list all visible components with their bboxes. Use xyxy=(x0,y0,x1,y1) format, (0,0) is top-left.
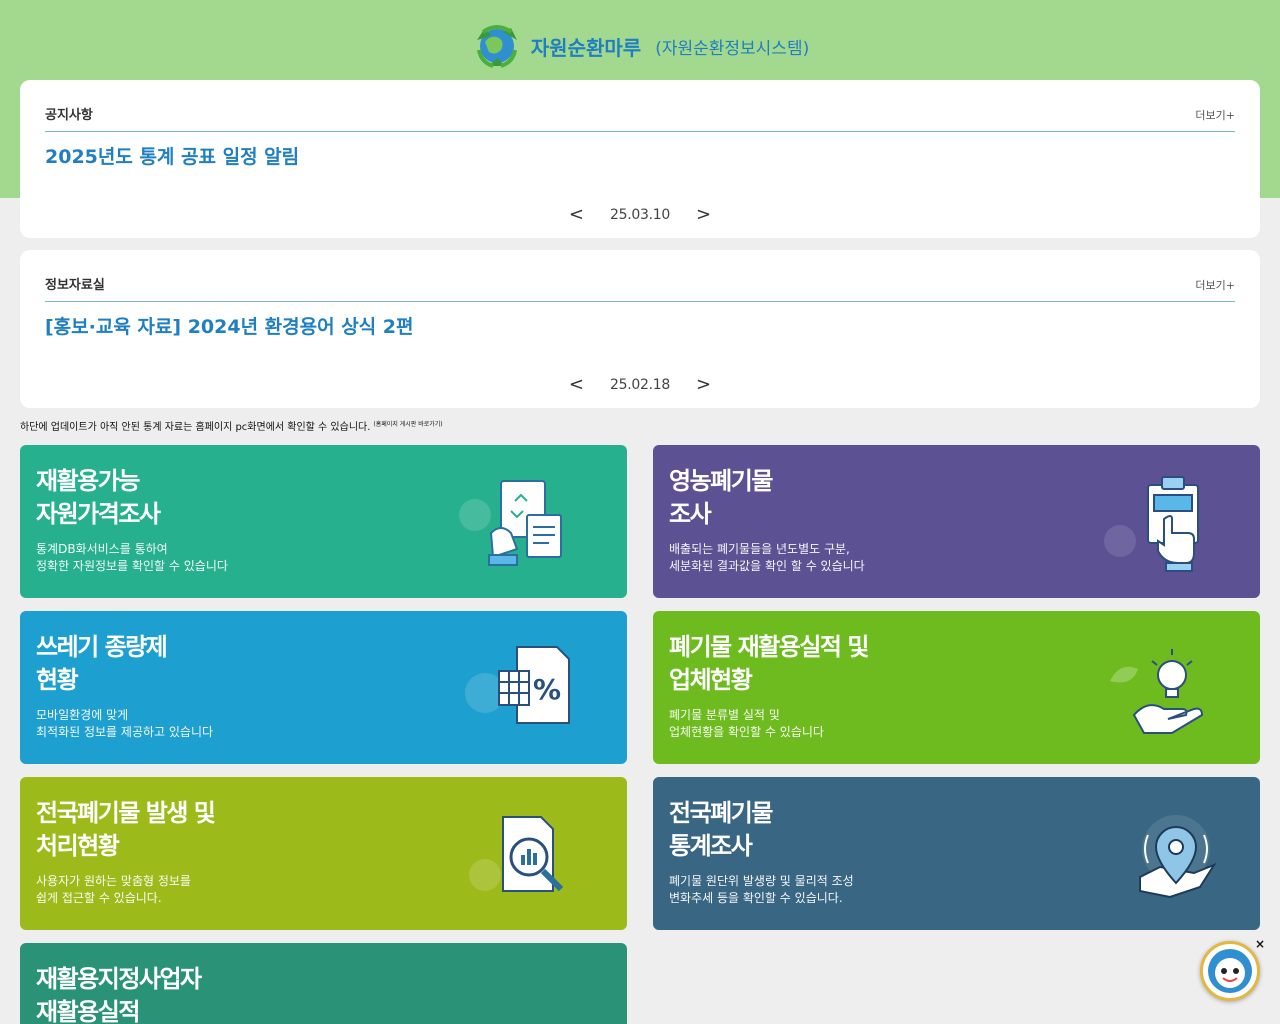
spreadsheet-percent-icon: % xyxy=(465,646,570,724)
card-agricultural-waste-survey[interactable]: 영농폐기물 조사 배출되는 폐기물들을 년도별도 구분, 세분화된 결과값을 확인 … xyxy=(653,445,1260,598)
card-recyclable-price-survey[interactable]: 재활용가능 자원가격조사 통계DB화서비스를 통하여 정확한 자원정보를 확인할 수… xyxy=(20,445,627,598)
archive-date: 25.02.18 xyxy=(610,377,670,393)
archive-label: 정보자료실 xyxy=(45,278,105,293)
archive-headline-link[interactable]: [홍보·교육 자료] 2024년 환경용어 상식 2편 xyxy=(45,312,1235,339)
site-logo[interactable]: 자원순환마루 (자원순환정보시스템) xyxy=(471,20,809,72)
document-hand-icon xyxy=(459,480,562,566)
clipboard-touch-icon xyxy=(1104,476,1199,572)
notice-headline-link[interactable]: 2025년도 통계 공표 일정 알림 xyxy=(45,142,1235,169)
board-shortcut-link[interactable]: (홈페이지 게시판 바로가기) xyxy=(373,421,442,428)
notice-more-link[interactable]: 더보기+ xyxy=(1195,107,1235,123)
board-icon xyxy=(457,973,587,1024)
notice-pager: < 25.03.10 > xyxy=(20,206,1260,224)
notice-panel: 공지사항 더보기+ 2025년도 통계 공표 일정 알림 < 25.03.10 … xyxy=(20,80,1260,238)
disclaimer-text: 하단에 업데이트가 아직 안된 통계 자료는 홈페이지 pc화면에서 확인할 수… xyxy=(20,422,371,433)
document-magnifier-icon xyxy=(469,816,564,892)
pc-disclaimer: 하단에 업데이트가 아직 안된 통계 자료는 홈페이지 pc화면에서 확인할 수… xyxy=(20,418,443,433)
notice-label: 공지사항 xyxy=(45,108,93,123)
lightbulb-hand-icon xyxy=(1110,649,1204,734)
map-pin-icon xyxy=(1139,815,1217,899)
card-waste-recycling-performance[interactable]: 폐기물 재활용실적 및 업체현황 폐기물 분류별 실적 및 업체현황을 확인할 수 … xyxy=(653,611,1260,764)
site-subtitle: (자원순환정보시스템) xyxy=(655,38,810,59)
recycle-globe-icon xyxy=(476,25,517,68)
chatbot-button[interactable] xyxy=(1200,941,1260,1001)
svg-text:%: % xyxy=(533,673,561,706)
card-designated-recycler-performance[interactable]: 재활용지정사업자 재활용실적 xyxy=(20,943,627,1024)
notice-next-button[interactable]: > xyxy=(696,206,711,224)
archive-next-button[interactable]: > xyxy=(696,376,711,394)
card-volume-rate-status[interactable]: 쓰레기 종량제 현황 모바일환경에 맞게 최적화된 정보를 제공하고 있습니다 % xyxy=(20,611,627,764)
card-national-waste-statistics[interactable]: 전국폐기물 통계조사 폐기물 원단위 발생량 및 물리적 조성 변화추세 등을 확인… xyxy=(653,777,1260,930)
archive-panel-header: 정보자료실 더보기+ xyxy=(45,250,1235,302)
notice-panel-header: 공지사항 더보기+ xyxy=(45,80,1235,132)
chatbot-close-button[interactable]: × xyxy=(1255,937,1265,951)
archive-pager: < 25.02.18 > xyxy=(20,376,1260,394)
notice-date: 25.03.10 xyxy=(610,207,670,223)
site-header: 자원순환마루 (자원순환정보시스템) xyxy=(0,18,1280,74)
archive-prev-button[interactable]: < xyxy=(569,376,584,394)
site-title: 자원순환마루 xyxy=(530,35,642,60)
archive-panel: 정보자료실 더보기+ [홍보·교육 자료] 2024년 환경용어 상식 2편 <… xyxy=(20,250,1260,408)
chatbot-avatar-icon xyxy=(1208,949,1252,993)
notice-prev-button[interactable]: < xyxy=(569,206,584,224)
card-national-waste-generation[interactable]: 전국폐기물 발생 및 처리현황 사용자가 원하는 맞춤형 정보를 쉽게 접근할 수 … xyxy=(20,777,627,930)
archive-more-link[interactable]: 더보기+ xyxy=(1195,277,1235,293)
